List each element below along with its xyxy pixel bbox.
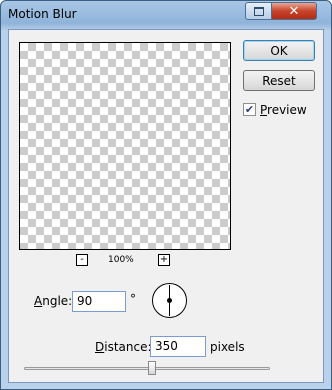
angle-dial[interactable] — [152, 283, 187, 318]
zoom-out-button[interactable]: - — [76, 254, 88, 266]
preview-checkbox-label[interactable]: Preview — [260, 103, 307, 117]
distance-label: Distance: — [95, 340, 152, 354]
filter-preview-canvas[interactable] — [19, 42, 231, 250]
motion-blur-dialog: Motion Blur ✕ OK Reset ✔ Preview - 100% … — [0, 0, 332, 390]
window-title: Motion Blur — [8, 7, 77, 21]
distance-unit: pixels — [210, 340, 245, 354]
close-icon: ✕ — [288, 3, 300, 19]
ok-button[interactable]: OK — [243, 40, 315, 61]
restore-icon — [253, 6, 264, 16]
plus-icon: + — [159, 254, 169, 265]
angle-label: Angle: — [34, 294, 73, 308]
preview-checkbox[interactable]: ✔ — [243, 103, 256, 116]
reset-button[interactable]: Reset — [243, 70, 315, 91]
distance-input[interactable]: 350 — [150, 336, 206, 357]
angle-input[interactable]: 90 — [72, 291, 126, 312]
title-bar: Motion Blur ✕ — [1, 1, 331, 29]
degree-unit: ° — [130, 292, 136, 306]
distance-slider-thumb[interactable] — [147, 361, 156, 375]
close-button[interactable]: ✕ — [271, 2, 317, 20]
dialog-body: OK Reset ✔ Preview - 100% + Angle: 90 ° … — [8, 29, 324, 383]
zoom-level: 100% — [108, 255, 134, 265]
zoom-in-button[interactable]: + — [158, 254, 170, 266]
minus-icon: - — [80, 254, 84, 265]
angle-center-dot — [167, 298, 172, 303]
restore-button[interactable] — [245, 2, 272, 20]
checkmark-icon: ✔ — [244, 103, 255, 116]
